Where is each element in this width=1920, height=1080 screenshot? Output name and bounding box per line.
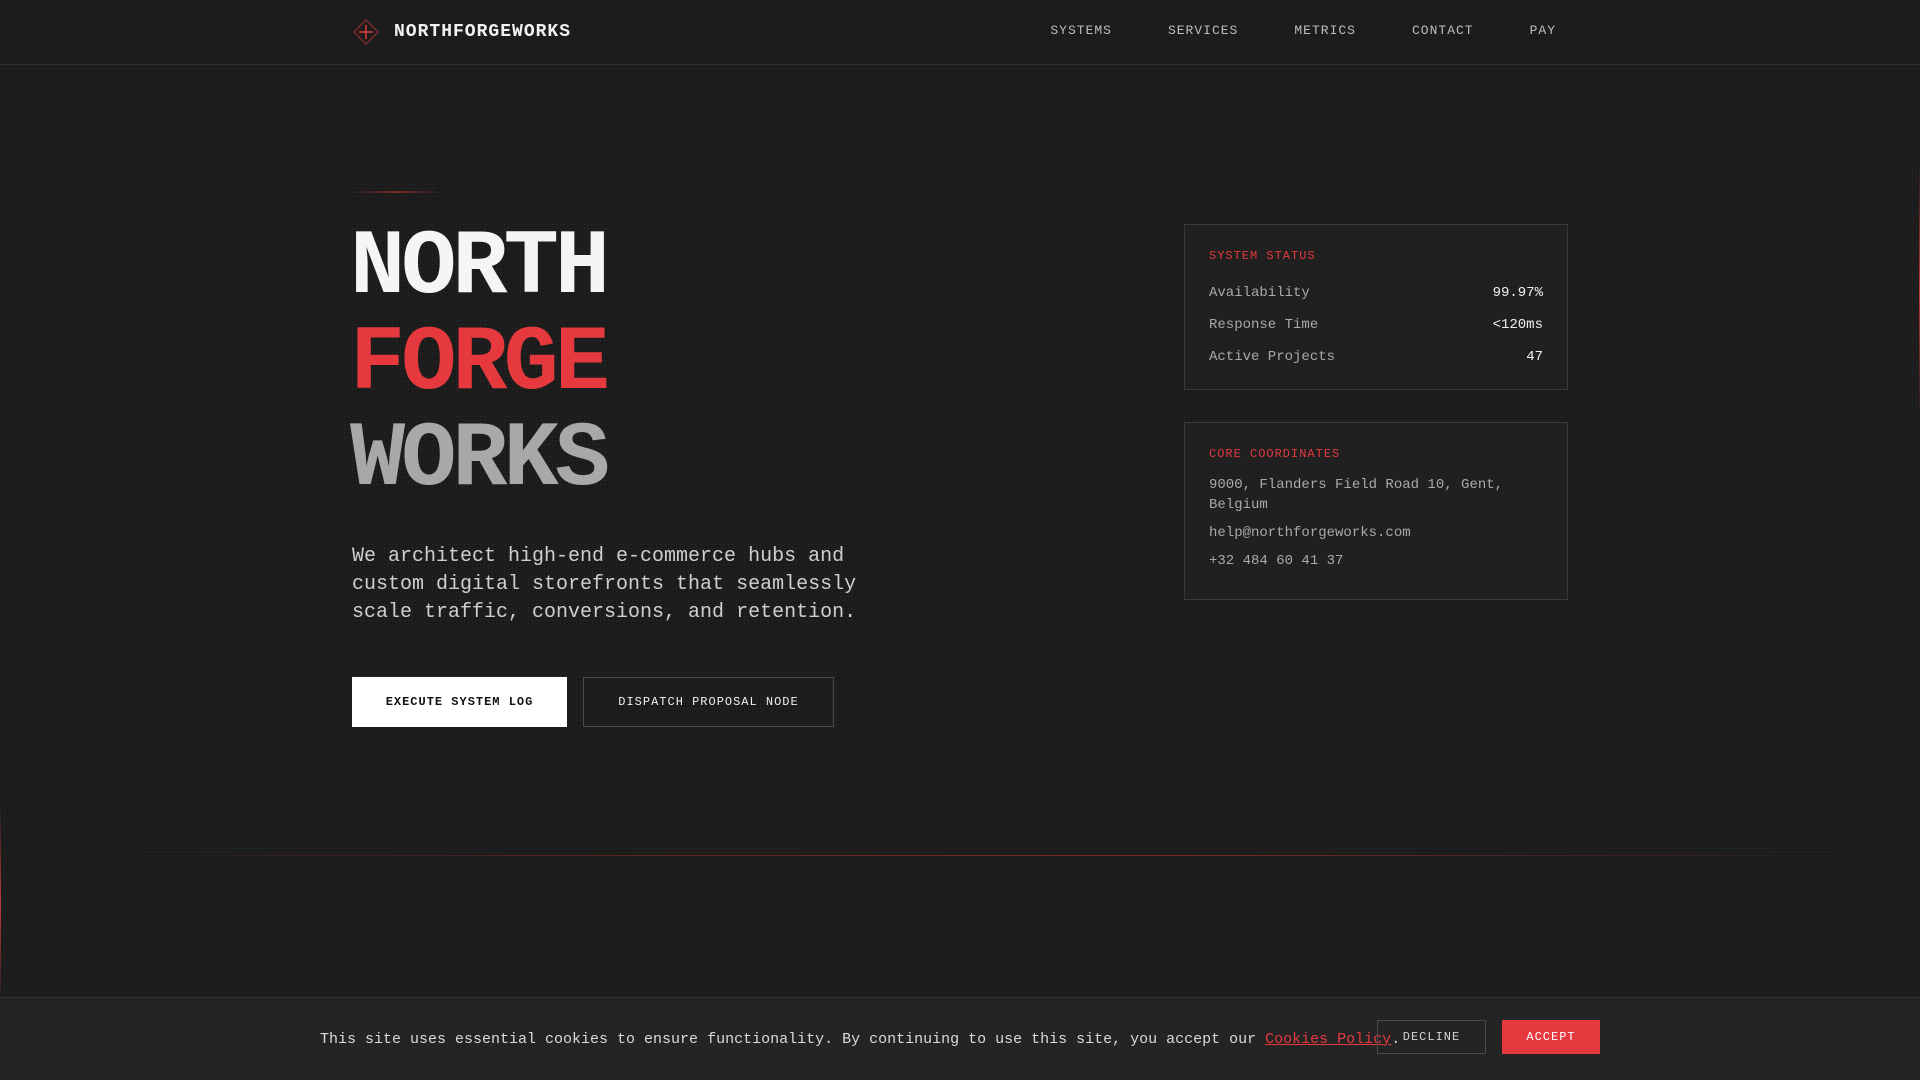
nav-pay[interactable]: PAY	[1530, 23, 1556, 38]
hero-title-works: WORKS	[350, 407, 610, 512]
cookies-policy-link[interactable]: Cookies Policy	[1265, 1031, 1391, 1048]
accept-button[interactable]: ACCEPT	[1502, 1020, 1600, 1054]
edge-glow-left	[0, 810, 1, 1000]
nav-metrics[interactable]: METRICS	[1294, 23, 1356, 38]
stat-key: Availability	[1209, 285, 1310, 301]
email-link[interactable]: help@northforgeworks.com	[1209, 523, 1543, 543]
phone-link[interactable]: +32 484 60 41 37	[1209, 551, 1543, 571]
main-nav: SYSTEMS SERVICES METRICS CONTACT PAY	[1050, 23, 1556, 38]
core-coordinates-label: CORE COORDINATES	[1209, 447, 1341, 461]
stat-row-active-projects: Active Projects 47	[1209, 341, 1543, 373]
stat-value: 47	[1526, 349, 1543, 365]
dispatch-proposal-node-button[interactable]: DISPATCH PROPOSAL NODE	[583, 677, 834, 727]
hero-title-north: NORTH	[350, 215, 610, 320]
nav-systems[interactable]: SYSTEMS	[1050, 23, 1112, 38]
stat-key: Response Time	[1209, 317, 1319, 333]
brand[interactable]: NORTHFORGEWORKS	[352, 18, 571, 46]
core-coordinates-panel: CORE COORDINATES 9000, Flanders Field Ro…	[1184, 422, 1568, 600]
stat-row-response-time: Response Time <120ms	[1209, 309, 1543, 341]
hero-description: We architect high-end e-commerce hubs an…	[352, 545, 857, 624]
system-status-label: SYSTEM STATUS	[1209, 249, 1316, 263]
stat-value: 99.97%	[1492, 285, 1543, 301]
brand-name: NORTHFORGEWORKS	[394, 22, 572, 42]
cookie-text: This site uses essential cookies to ensu…	[320, 1031, 1400, 1048]
stat-row-availability: Availability 99.97%	[1209, 277, 1543, 309]
execute-system-log-button[interactable]: EXECUTE SYSTEM LOG	[352, 677, 567, 727]
nav-services[interactable]: SERVICES	[1168, 23, 1238, 38]
title-accent-line	[352, 191, 442, 193]
decline-button[interactable]: DECLINE	[1377, 1020, 1486, 1054]
cookie-message: This site uses essential cookies to ensu…	[320, 1031, 1266, 1048]
address: 9000, Flanders Field Road 10, Gent, Belg…	[1209, 477, 1504, 513]
hero-title: NORTH FORGE WORKS	[350, 215, 610, 512]
hero-title-forge: FORGE	[350, 311, 610, 416]
compass-diamond-icon	[352, 18, 380, 46]
cookie-banner: This site uses essential cookies to ensu…	[0, 997, 1920, 1080]
system-status-panel: SYSTEM STATUS Availability 99.97% Respon…	[1184, 224, 1568, 390]
stat-value: <120ms	[1492, 317, 1543, 333]
nav-contact[interactable]: CONTACT	[1412, 23, 1474, 38]
divider-line	[0, 855, 1920, 856]
site-header: NORTHFORGEWORKS SYSTEMS SERVICES METRICS…	[0, 0, 1920, 65]
stat-key: Active Projects	[1209, 349, 1336, 365]
